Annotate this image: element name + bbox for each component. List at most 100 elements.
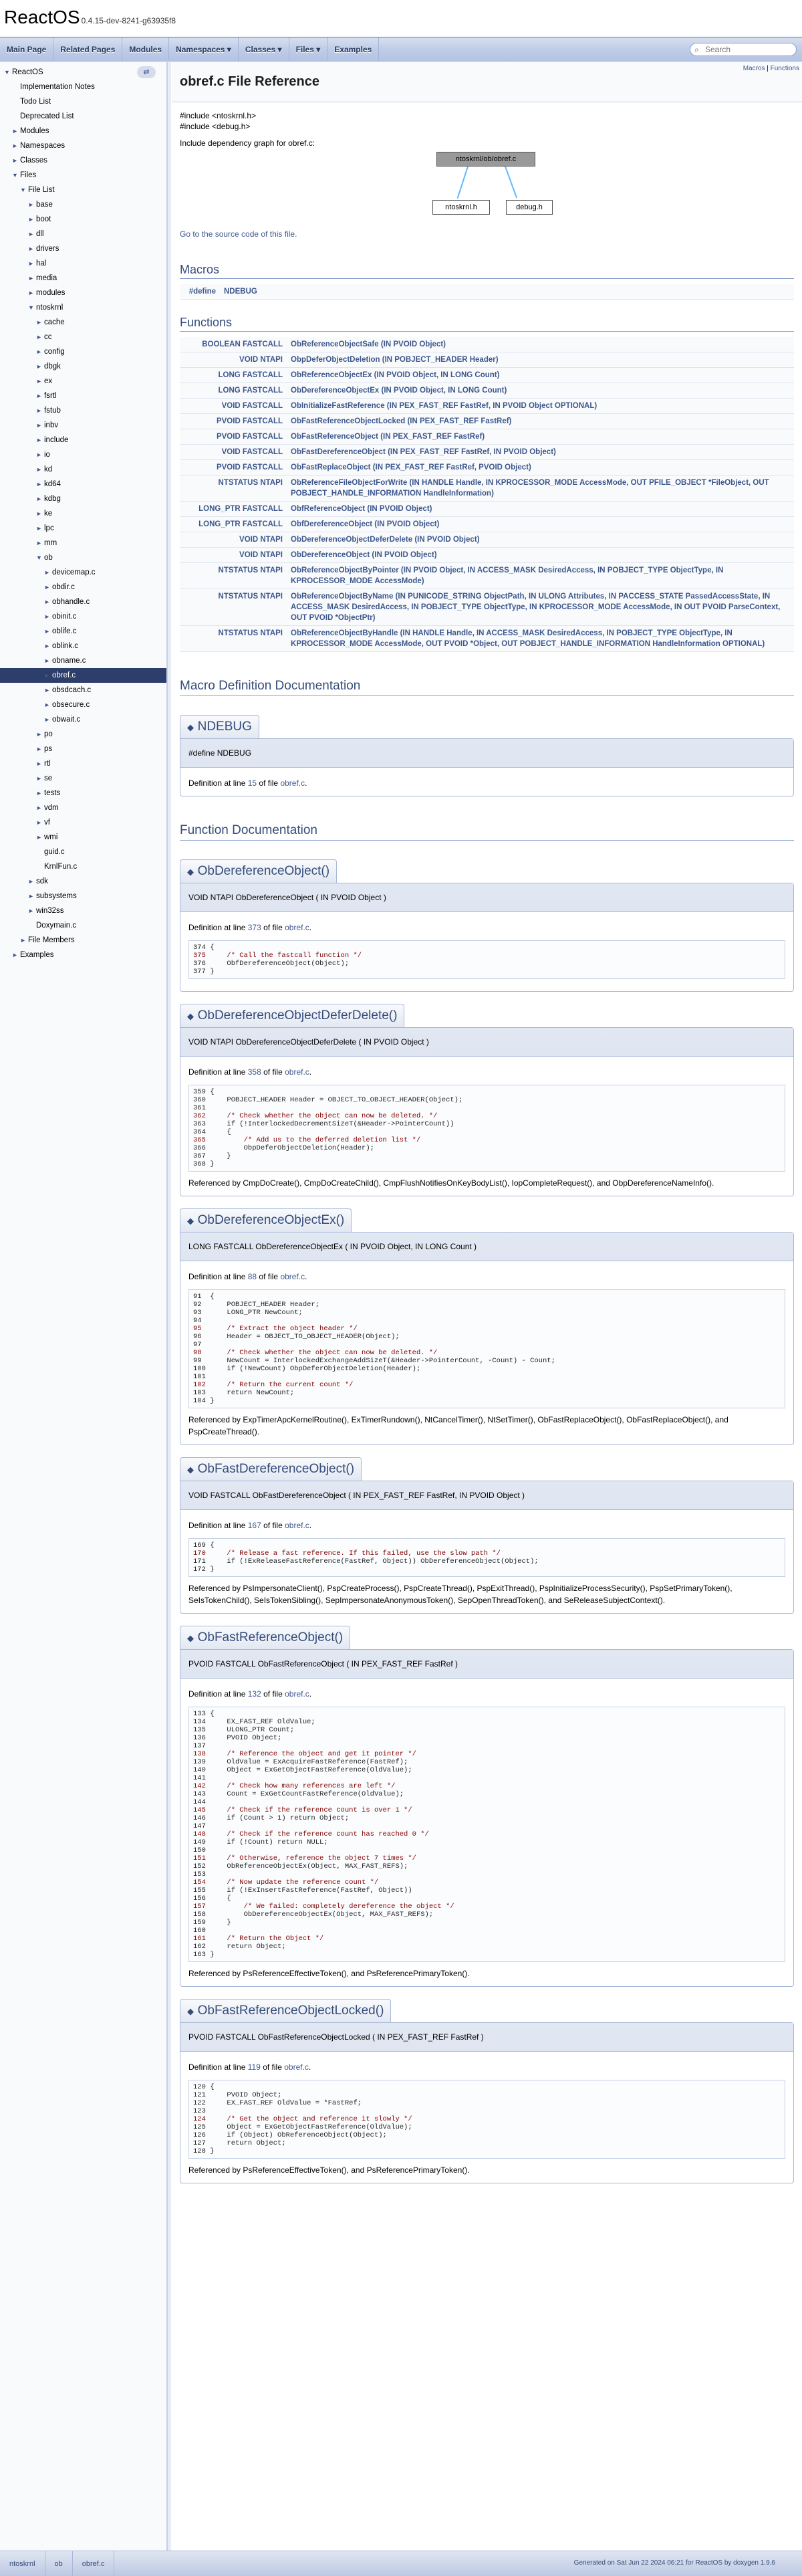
tree-item[interactable]: ► tests xyxy=(0,786,166,800)
tree-item-label[interactable]: include xyxy=(44,433,68,447)
chevron-right-icon[interactable]: ► xyxy=(28,256,35,271)
tree-item[interactable]: ▼ Files xyxy=(0,168,166,183)
chevron-down-icon[interactable]: ▼ xyxy=(4,65,11,80)
chevron-right-icon[interactable]: ► xyxy=(36,492,43,506)
chevron-down-icon[interactable]: ▼ xyxy=(20,183,27,197)
graph-node-debug-h[interactable]: debug.h xyxy=(506,200,553,215)
tree-item[interactable]: ► Namespaces xyxy=(0,138,166,153)
tree-item-label[interactable]: Doxymain.c xyxy=(36,918,76,933)
tree-item-label[interactable]: Deprecated List xyxy=(20,109,74,124)
tree-item[interactable]: ► ke xyxy=(0,506,166,521)
tree-item-label[interactable]: kdbg xyxy=(44,492,61,506)
chevron-right-icon[interactable]: ► xyxy=(12,124,19,138)
chevron-right-icon[interactable]: ► xyxy=(36,521,43,536)
tree-item[interactable]: ► cc xyxy=(0,330,166,344)
chevron-down-icon[interactable]: ▼ xyxy=(28,300,35,315)
chevron-right-icon[interactable]: ► xyxy=(28,271,35,286)
function-signature-link[interactable]: ObReferenceObjectEx (IN PVOID Object, IN… xyxy=(287,367,794,383)
tree-item-label[interactable]: ntoskrnl xyxy=(36,300,63,315)
tree-item-label[interactable]: boot xyxy=(36,212,51,227)
tab-1[interactable]: Related Pages xyxy=(53,37,123,62)
chevron-right-icon[interactable]: ► xyxy=(44,609,51,624)
graph-node-ntoskrnl-h[interactable]: ntoskrnl.h xyxy=(432,200,490,215)
tab-5[interactable]: Files ▾ xyxy=(289,37,328,62)
function-signature-link[interactable]: ObReferenceObjectByName (IN PUNICODE_STR… xyxy=(287,588,794,626)
tree-item[interactable]: ► Modules xyxy=(0,124,166,138)
tree-item[interactable]: ► ex xyxy=(0,374,166,389)
tree-item-label[interactable]: vdm xyxy=(44,800,59,815)
tree-item-label[interactable]: obsdcach.c xyxy=(52,683,91,697)
tree-item-label[interactable]: vf xyxy=(44,815,50,830)
tree-item[interactable]: ► modules xyxy=(0,286,166,300)
chevron-right-icon[interactable]: ► xyxy=(28,241,35,256)
tree-item[interactable]: ▼ ob xyxy=(0,550,166,565)
include-line[interactable]: #include <debug.h> xyxy=(180,121,794,132)
tree-item-label[interactable]: Namespaces xyxy=(20,138,65,153)
chevron-right-icon[interactable]: ► xyxy=(28,227,35,241)
tree-item[interactable]: ► cache xyxy=(0,315,166,330)
chevron-right-icon[interactable]: ► xyxy=(36,389,43,403)
breadcrumb-item[interactable]: ntoskrnl xyxy=(0,2551,45,2576)
function-signature-link[interactable]: ObFastReferenceObject (IN PEX_FAST_REF F… xyxy=(287,429,794,445)
function-signature-link[interactable]: ObFastReferenceObjectLocked (IN PEX_FAST… xyxy=(287,413,794,429)
tree-item[interactable]: ► obsecure.c xyxy=(0,697,166,712)
chevron-right-icon[interactable]: ► xyxy=(28,874,35,889)
def-line-link[interactable]: 373 xyxy=(248,923,261,932)
tree-item-label[interactable]: modules xyxy=(36,286,65,300)
tree-item[interactable]: ► File Members xyxy=(0,933,166,948)
tree-item[interactable]: ► include xyxy=(0,433,166,447)
chevron-right-icon[interactable]: ► xyxy=(44,697,51,712)
tree-item[interactable]: ► rtl xyxy=(0,756,166,771)
def-file-link[interactable]: obref.c xyxy=(280,1272,305,1281)
tree-item-label[interactable]: dll xyxy=(36,227,44,241)
def-line-link[interactable]: 167 xyxy=(248,1521,261,1530)
function-signature-link[interactable]: ObFastReplaceObject (IN PEX_FAST_REF Fas… xyxy=(287,459,794,475)
chevron-right-icon[interactable]: ► xyxy=(36,756,43,771)
function-signature-link[interactable]: ObFastDereferenceObject (IN PEX_FAST_REF… xyxy=(287,444,794,460)
chevron-right-icon[interactable]: ► xyxy=(36,403,43,418)
function-signature-link[interactable]: ObInitializeFastReference (IN PEX_FAST_R… xyxy=(287,398,794,414)
def-file-link[interactable]: obref.c xyxy=(284,2062,309,2072)
tree-item-label[interactable]: wmi xyxy=(44,830,57,845)
tab-0[interactable]: Main Page xyxy=(0,37,54,62)
tree-item-label[interactable]: media xyxy=(36,271,57,286)
function-signature-link[interactable]: ObReferenceFileObjectForWrite (IN HANDLE… xyxy=(287,475,794,502)
tree-item-label[interactable]: lpc xyxy=(44,521,54,536)
chevron-right-icon[interactable]: ► xyxy=(28,197,35,212)
tree-item-label[interactable]: obinit.c xyxy=(52,609,76,624)
chevron-right-icon[interactable]: ► xyxy=(20,933,27,948)
breadcrumb-item[interactable]: obref.c xyxy=(73,2551,115,2576)
tree-item[interactable]: ► devicemap.c xyxy=(0,565,166,580)
chevron-right-icon[interactable]: ► xyxy=(28,286,35,300)
tree-item[interactable]: ► fstub xyxy=(0,403,166,418)
graph-node-root[interactable]: ntoskrnl/ob/obref.c xyxy=(436,152,535,167)
tree-item[interactable]: ► sdk xyxy=(0,874,166,889)
tree-item-label[interactable]: fsrtl xyxy=(44,389,57,403)
chevron-right-icon[interactable]: ► xyxy=(36,830,43,845)
chevron-right-icon[interactable]: ► xyxy=(36,315,43,330)
macro-link[interactable]: NDEBUG xyxy=(220,284,794,300)
tree-item-label[interactable]: cache xyxy=(44,315,65,330)
tree-item[interactable]: ► boot xyxy=(0,212,166,227)
chevron-right-icon[interactable]: ► xyxy=(36,418,43,433)
function-signature-link[interactable]: ObfReferenceObject (IN PVOID Object) xyxy=(287,501,794,517)
side-splitter[interactable] xyxy=(167,62,171,2576)
chevron-right-icon[interactable]: ► xyxy=(36,742,43,756)
tree-item-label[interactable]: kd64 xyxy=(44,477,61,492)
tree-item[interactable]: KrnlFun.c xyxy=(0,859,166,874)
chevron-right-icon[interactable]: ► xyxy=(36,374,43,389)
tree-item-label[interactable]: devicemap.c xyxy=(52,565,96,580)
tree-item-label[interactable]: ps xyxy=(44,742,52,756)
tree-item-label[interactable]: Modules xyxy=(20,124,49,138)
tree-item[interactable]: ▼ ntoskrnl xyxy=(0,300,166,315)
tree-item-label[interactable]: tests xyxy=(44,786,60,800)
tree-item[interactable]: Todo List xyxy=(0,94,166,109)
tree-item-label[interactable]: subsystems xyxy=(36,889,77,903)
tree-item[interactable]: ► oblink.c xyxy=(0,639,166,653)
chevron-right-icon[interactable]: ► xyxy=(44,683,51,697)
tree-item[interactable]: ► kd64 xyxy=(0,477,166,492)
tree-item-label[interactable]: Implementation Notes xyxy=(20,80,95,94)
summary-macros-link[interactable]: Macros xyxy=(743,65,765,72)
tree-item-label[interactable]: ReactOS xyxy=(12,65,43,80)
function-signature-link[interactable]: ObDereferenceObjectDeferDelete (IN PVOID… xyxy=(287,532,794,548)
